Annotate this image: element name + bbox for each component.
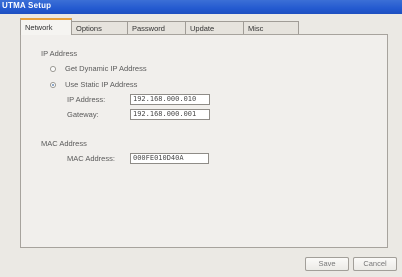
- dynamic-ip-label[interactable]: Get Dynamic IP Address: [65, 64, 147, 73]
- tab-network[interactable]: Network: [20, 18, 72, 35]
- title-bar[interactable]: UTMA Setup: [0, 0, 402, 14]
- static-ip-radio[interactable]: [50, 82, 56, 88]
- gateway-label: Gateway:: [67, 110, 99, 119]
- tab-password[interactable]: Password: [127, 21, 186, 35]
- mac-address-field[interactable]: 000FE010D40A: [130, 153, 209, 164]
- tab-update[interactable]: Update: [185, 21, 244, 35]
- utma-setup-window: UTMA Setup Network Options Password Upda…: [0, 0, 402, 277]
- mac-address-section-heading: MAC Address: [41, 139, 87, 148]
- dynamic-ip-radio[interactable]: [50, 66, 56, 72]
- window-title: UTMA Setup: [2, 1, 52, 10]
- tab-misc[interactable]: Misc: [243, 21, 299, 35]
- gateway-field[interactable]: 192.168.000.001: [130, 109, 210, 120]
- static-ip-label[interactable]: Use Static IP Address: [65, 80, 137, 89]
- cancel-button[interactable]: Cancel: [353, 257, 397, 271]
- mac-address-label: MAC Address:: [67, 154, 115, 163]
- network-tab-panel: IP Address Get Dynamic IP Address Use St…: [20, 34, 388, 248]
- tab-options[interactable]: Options: [71, 21, 128, 35]
- tab-strip: Network Options Password Update Misc: [20, 18, 299, 35]
- save-button[interactable]: Save: [305, 257, 349, 271]
- ip-address-label: IP Address:: [67, 95, 106, 104]
- ip-address-field[interactable]: 192.168.000.010: [130, 94, 210, 105]
- ip-address-section-heading: IP Address: [41, 49, 78, 58]
